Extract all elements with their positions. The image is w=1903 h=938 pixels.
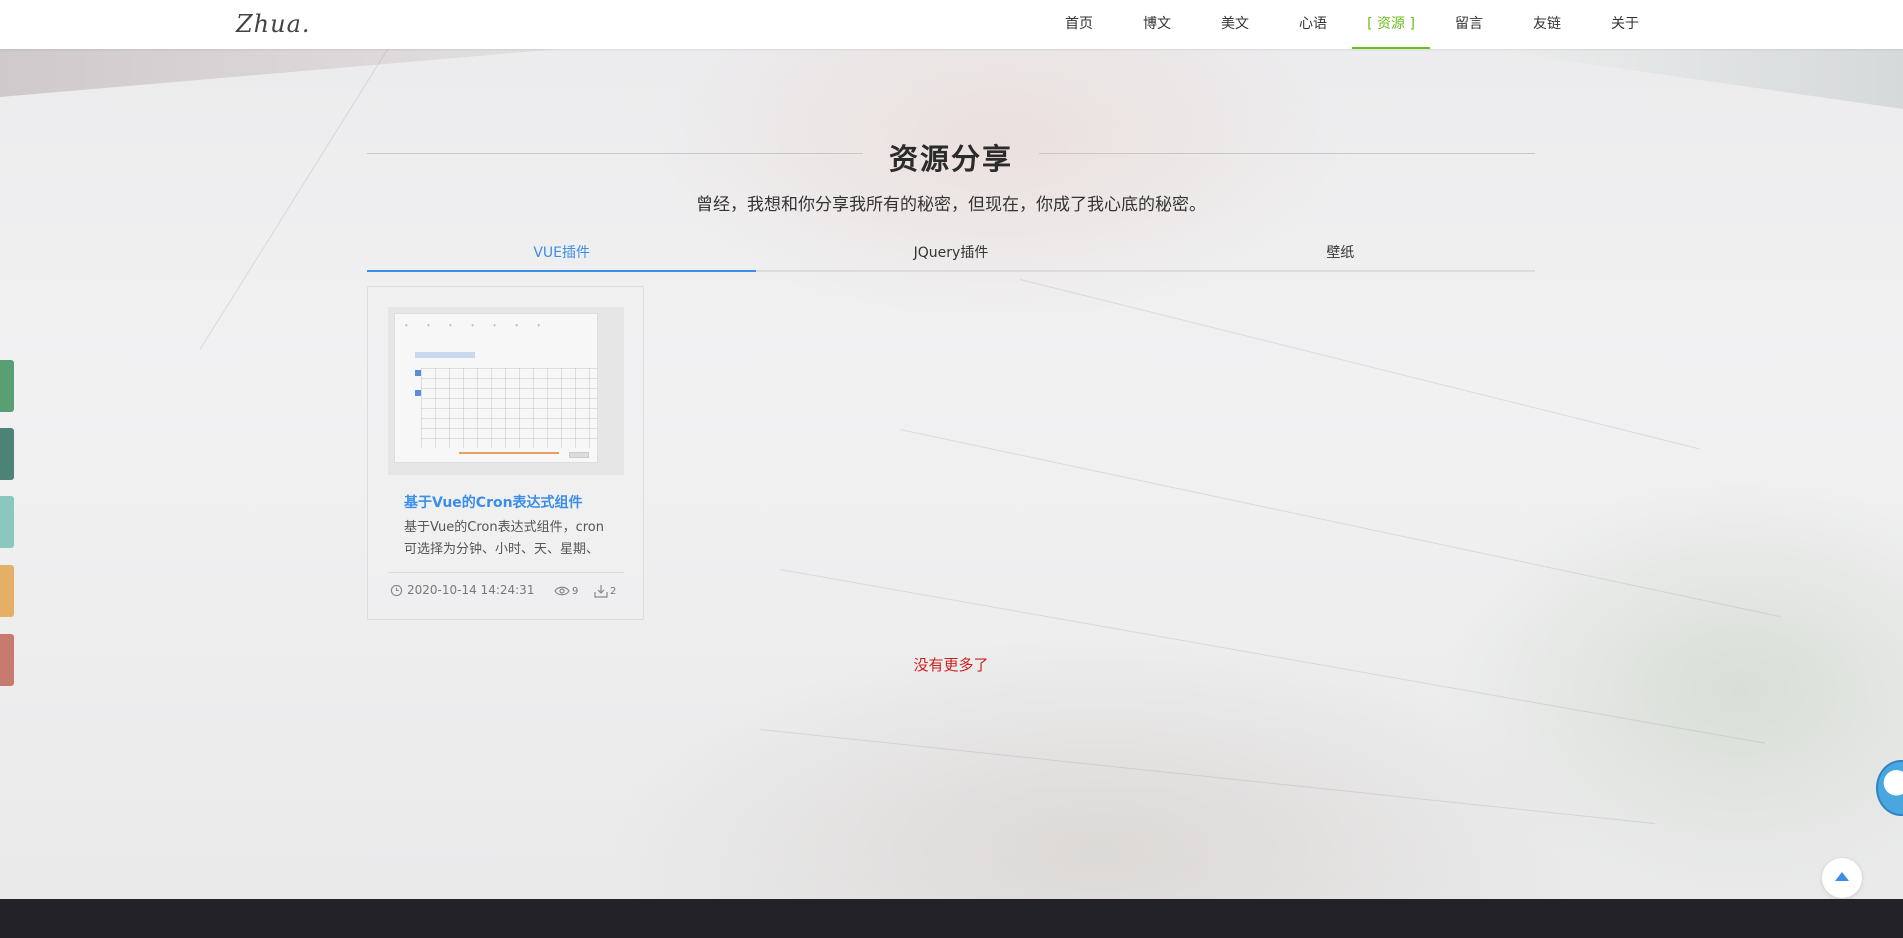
nav-item-essays[interactable]: 美文 — [1196, 0, 1274, 49]
nav-item-links[interactable]: 友链 — [1508, 0, 1586, 49]
main-nav: 首页 博文 美文 心语 [ 资源 ] 留言 友链 关于 — [1040, 0, 1664, 49]
tab-jquery-plugins[interactable]: JQuery插件 — [756, 242, 1145, 270]
download-icon — [594, 584, 608, 598]
category-tabs: VUE插件 JQuery插件 壁纸 — [367, 242, 1535, 272]
site-logo[interactable]: Zhua. — [236, 10, 311, 38]
card-view-count: 9 — [572, 586, 579, 597]
side-tab-mint[interactable] — [0, 496, 14, 548]
page-subtitle: 曾经，我想和你分享我所有的秘密，但现在，你成了我心底的秘密。 — [696, 195, 1206, 215]
side-tab-green[interactable] — [0, 360, 14, 412]
side-tab-red[interactable] — [0, 634, 14, 686]
resource-card[interactable]: * * * * * * * 基于Vue的Cron表达式组件 基于Vue的Cron… — [367, 286, 644, 620]
tab-wallpapers[interactable]: 壁纸 — [1146, 242, 1535, 270]
top-nav-bar: Zhua. 首页 博文 美文 心语 [ 资源 ] 留言 友链 关于 — [0, 0, 1903, 49]
page-title: 资源分享 — [888, 142, 1013, 176]
nav-item-guestbook[interactable]: 留言 — [1430, 0, 1508, 49]
card-divider — [388, 572, 624, 573]
nav-item-resources[interactable]: [ 资源 ] — [1352, 0, 1430, 49]
card-download-count: 2 — [610, 586, 617, 597]
card-meta: 2020-10-14 14:24:31 9 2 — [390, 583, 622, 601]
clock-icon — [390, 584, 403, 597]
card-date: 2020-10-14 14:24:31 — [407, 583, 535, 597]
card-title[interactable]: 基于Vue的Cron表达式组件 — [404, 492, 583, 512]
footer — [0, 899, 1903, 938]
eye-icon — [554, 586, 570, 595]
back-to-top-button[interactable] — [1822, 858, 1862, 898]
section-title-row: 资源分享 — [367, 136, 1535, 176]
card-description: 基于Vue的Cron表达式组件，cron可选择为分钟、小时、天、星期、 — [404, 520, 604, 557]
tab-vue-plugins[interactable]: VUE插件 — [367, 242, 757, 272]
card-thumbnail[interactable]: * * * * * * * — [388, 307, 624, 475]
no-more-message: 没有更多了 — [913, 656, 989, 674]
nav-item-about[interactable]: 关于 — [1586, 0, 1664, 49]
nav-item-blog[interactable]: 博文 — [1118, 0, 1196, 49]
side-tab-orange[interactable] — [0, 565, 14, 617]
side-tab-teal[interactable] — [0, 428, 14, 480]
nav-item-home[interactable]: 首页 — [1040, 0, 1118, 49]
nav-item-moods[interactable]: 心语 — [1274, 0, 1352, 49]
